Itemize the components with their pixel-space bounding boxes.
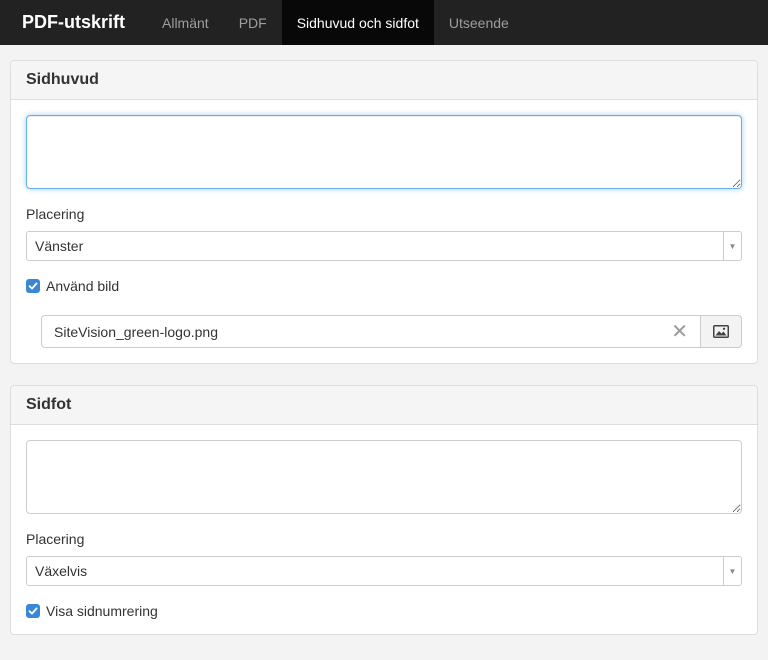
footer-text-input[interactable] — [26, 440, 742, 514]
chevron-down-icon: ▼ — [723, 232, 741, 260]
header-text-input[interactable] — [26, 115, 742, 189]
chevron-down-icon: ▼ — [723, 557, 741, 585]
footer-placement-select[interactable]: Växelvis ▼ — [26, 556, 742, 586]
header-placement-select[interactable]: Vänster ▼ — [26, 231, 742, 261]
tab-header-footer[interactable]: Sidhuvud och sidfot — [281, 0, 434, 45]
header-placement-label: Placering — [26, 206, 85, 222]
navbar: PDF-utskrift Allmänt PDF Sidhuvud och si… — [0, 0, 768, 45]
use-image-checkbox[interactable] — [26, 279, 40, 293]
header-panel: Sidhuvud Placering Vänster ▼ Använd bild… — [10, 60, 758, 364]
checkmark-icon — [28, 607, 38, 615]
image-icon — [713, 325, 729, 338]
checkmark-icon — [28, 282, 38, 290]
close-icon[interactable]: ✕ — [671, 322, 688, 342]
main-content: Sidhuvud Placering Vänster ▼ Använd bild… — [0, 45, 768, 635]
tab-appearance[interactable]: Utseende — [434, 0, 524, 45]
footer-panel-body: Placering Växelvis ▼ Visa sidnumrering — [11, 425, 757, 634]
page-numbers-row: Visa sidnumrering — [26, 603, 742, 619]
header-panel-body: Placering Vänster ▼ Använd bild SiteVisi… — [11, 100, 757, 363]
tab-allmant[interactable]: Allmänt — [147, 0, 224, 45]
app-title: PDF-utskrift — [22, 12, 125, 32]
image-file-name: SiteVision_green-logo.png — [54, 323, 218, 340]
header-placement-value: Vänster — [35, 238, 84, 254]
footer-placement-value: Växelvis — [35, 563, 88, 579]
tab-pdf[interactable]: PDF — [224, 0, 282, 45]
use-image-row: Använd bild — [26, 278, 742, 294]
footer-placement-label: Placering — [26, 531, 85, 547]
image-file-picker: SiteVision_green-logo.png ✕ — [41, 315, 742, 348]
footer-panel: Sidfot Placering Växelvis ▼ Visa sidnumr… — [10, 385, 758, 635]
page-numbers-label: Visa sidnumrering — [46, 603, 158, 619]
page-numbers-checkbox[interactable] — [26, 604, 40, 618]
header-panel-title: Sidhuvud — [11, 61, 757, 100]
footer-panel-title: Sidfot — [11, 386, 757, 425]
select-image-button[interactable] — [701, 315, 742, 348]
use-image-label: Använd bild — [46, 278, 120, 294]
image-file-field[interactable]: SiteVision_green-logo.png ✕ — [41, 315, 701, 348]
